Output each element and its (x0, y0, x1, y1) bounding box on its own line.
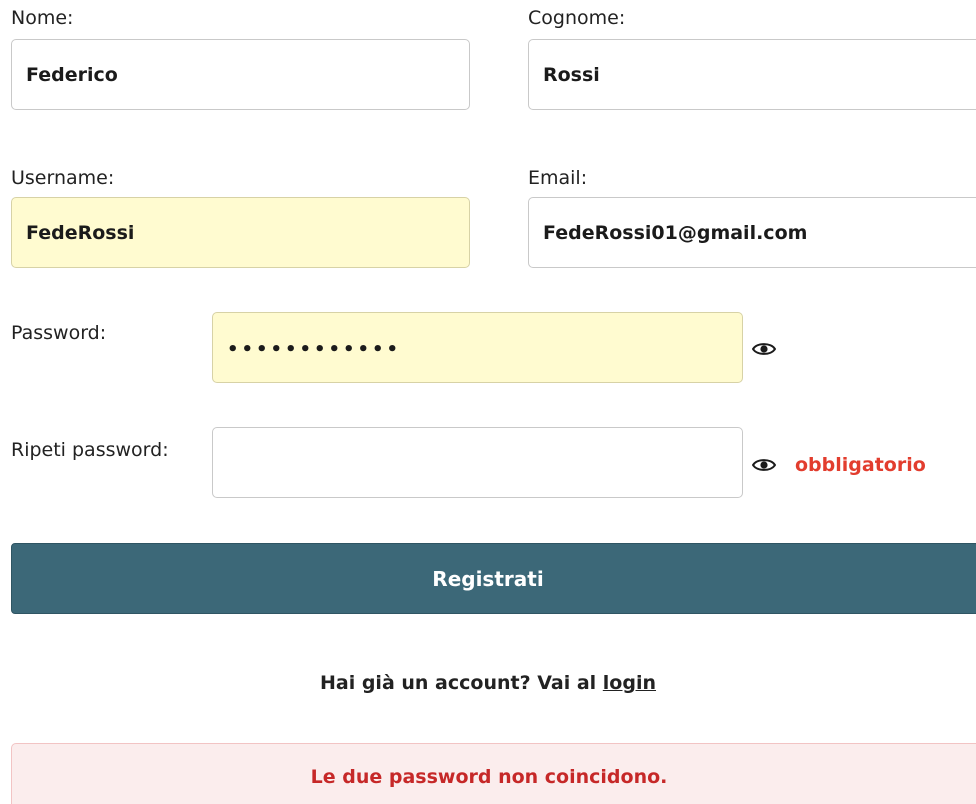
register-button[interactable]: Registrati (11, 543, 976, 614)
username-label: Username: (11, 167, 115, 189)
eye-icon[interactable] (752, 341, 776, 357)
last-name-input[interactable]: Rossi (528, 39, 976, 110)
required-indicator: obbligatorio (795, 454, 926, 476)
login-prompt: Hai già un account? Vai al login (0, 672, 976, 694)
eye-icon[interactable] (752, 457, 776, 473)
first-name-input[interactable]: Federico (11, 39, 470, 110)
email-input[interactable]: FedeRossi01@gmail.com (528, 197, 976, 268)
username-input[interactable]: FedeRossi (11, 197, 470, 268)
email-label: Email: (528, 167, 588, 189)
login-link[interactable]: login (603, 672, 656, 694)
password-input[interactable]: •••••••••••• (212, 312, 743, 383)
first-name-label: Nome: (11, 7, 74, 29)
error-alert: Le due password non coincidono. (11, 743, 976, 804)
login-prompt-text: Hai già un account? Vai al (319, 672, 603, 694)
error-message: Le due password non coincidono. (310, 766, 668, 788)
registration-form: Nome: Federico Cognome: Rossi Username: … (0, 0, 976, 804)
password-label: Password: (11, 322, 107, 344)
repeat-password-input[interactable] (212, 427, 743, 498)
repeat-password-label: Ripeti password: (11, 439, 169, 461)
register-button-label: Registrati (432, 566, 544, 591)
last-name-label: Cognome: (528, 7, 626, 29)
